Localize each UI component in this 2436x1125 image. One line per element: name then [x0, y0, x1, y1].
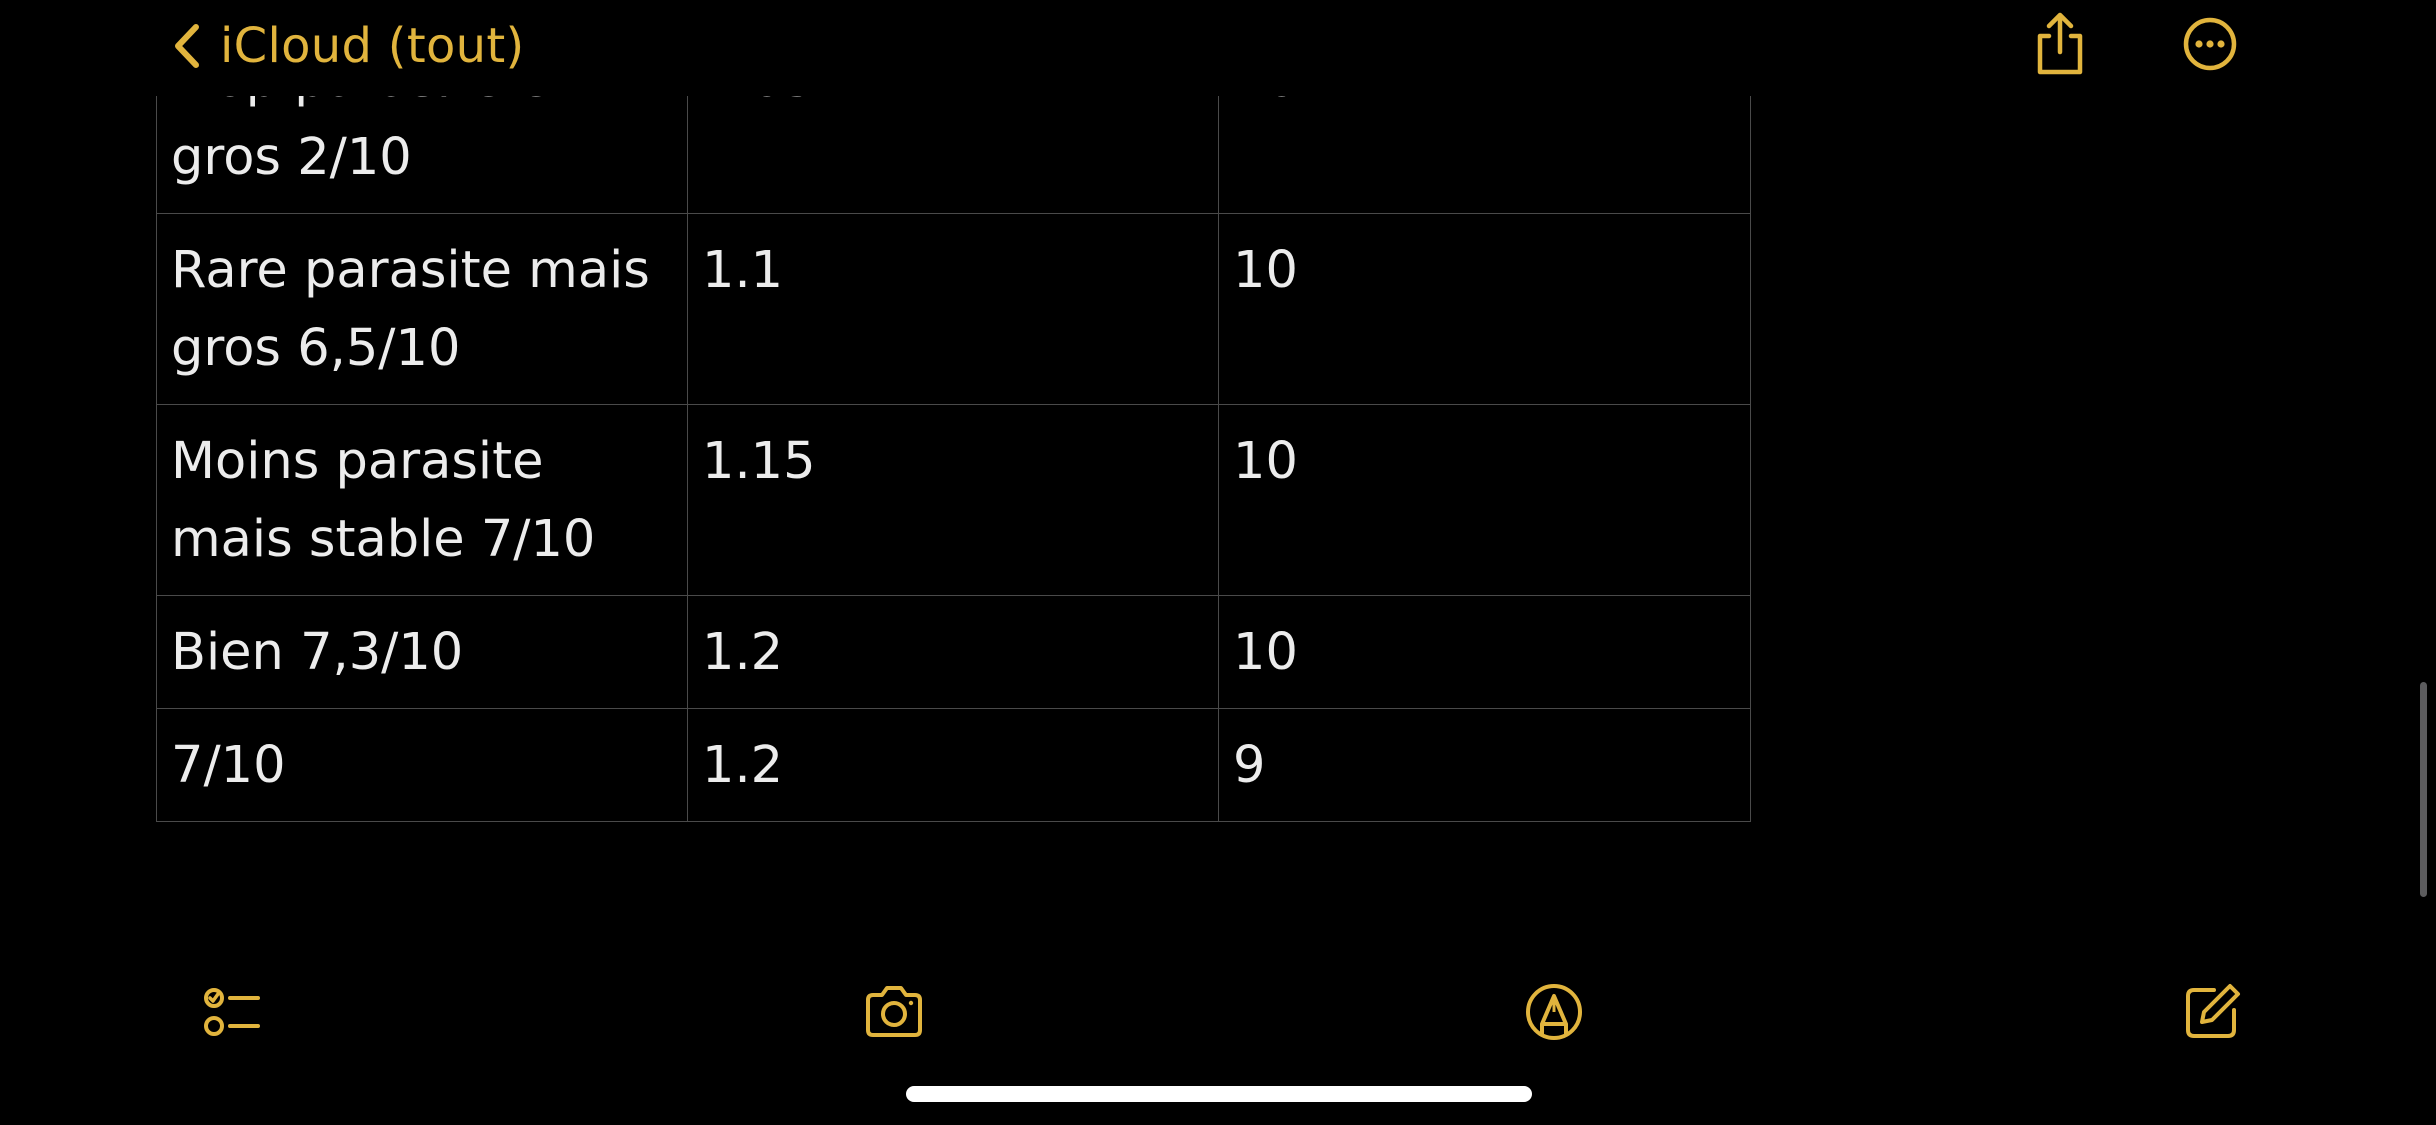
table-cell[interactable]: 10	[1218, 213, 1751, 405]
table-cell[interactable]: Bien 7,3/10	[156, 595, 688, 709]
cell-text: 1.2	[702, 623, 784, 682]
scroll-indicator[interactable]	[2420, 682, 2427, 897]
notes-screen: Trop parasite et gros 2/10 1.05 10 Rare …	[0, 0, 2436, 1125]
table-cell[interactable]: 1.15	[687, 404, 1219, 596]
cell-text: 9	[1233, 736, 1266, 795]
cell-text: 1.15	[702, 432, 816, 491]
table-cell[interactable]: 1.2	[687, 708, 1219, 822]
back-label: iCloud (tout)	[220, 18, 525, 74]
cell-text: 1.1	[702, 241, 784, 300]
note-table-container[interactable]: Trop parasite et gros 2/10 1.05 10 Rare …	[156, 0, 1751, 822]
share-icon[interactable]	[2032, 12, 2088, 78]
compose-icon[interactable]	[2180, 980, 2244, 1044]
table-cell[interactable]: Rare parasite mais gros 6,5/10	[156, 213, 688, 405]
table-cell[interactable]: 10	[1218, 404, 1751, 596]
camera-icon[interactable]	[862, 980, 926, 1044]
table-cell[interactable]: 9	[1218, 708, 1751, 822]
markup-pen-icon[interactable]	[1522, 980, 1586, 1044]
navigation-bar: iCloud (tout)	[0, 0, 2436, 96]
table-row[interactable]: Moins parasite mais stable 7/10 1.15 10	[156, 404, 1751, 596]
note-table[interactable]: Trop parasite et gros 2/10 1.05 10 Rare …	[156, 0, 1751, 822]
table-row[interactable]: Rare parasite mais gros 6,5/10 1.1 10	[156, 213, 1751, 405]
chevron-left-icon	[175, 24, 199, 68]
table-cell[interactable]: 7/10	[156, 708, 688, 822]
table-cell[interactable]: 10	[1218, 595, 1751, 709]
table-cell[interactable]: Moins parasite mais stable 7/10	[156, 404, 688, 596]
cell-text: Bien 7,3/10	[171, 623, 464, 682]
ellipsis-circle-icon[interactable]	[2182, 16, 2238, 72]
cell-text: Moins parasite mais stable 7/10	[171, 432, 596, 569]
home-indicator[interactable]	[906, 1086, 1532, 1102]
cell-text: 7/10	[171, 736, 286, 795]
cell-text: 10	[1233, 241, 1298, 300]
table-cell[interactable]: 1.2	[687, 595, 1219, 709]
cell-text: 10	[1233, 432, 1298, 491]
back-button[interactable]: iCloud (tout)	[170, 14, 525, 78]
cell-text: 10	[1233, 623, 1298, 682]
cell-text: Rare parasite mais gros 6,5/10	[171, 241, 650, 378]
checklist-icon[interactable]	[200, 980, 264, 1044]
table-row[interactable]: Bien 7,3/10 1.2 10	[156, 595, 1751, 709]
table-row[interactable]: 7/10 1.2 9	[156, 708, 1751, 822]
cell-text: 1.2	[702, 736, 784, 795]
table-cell[interactable]: 1.1	[687, 213, 1219, 405]
